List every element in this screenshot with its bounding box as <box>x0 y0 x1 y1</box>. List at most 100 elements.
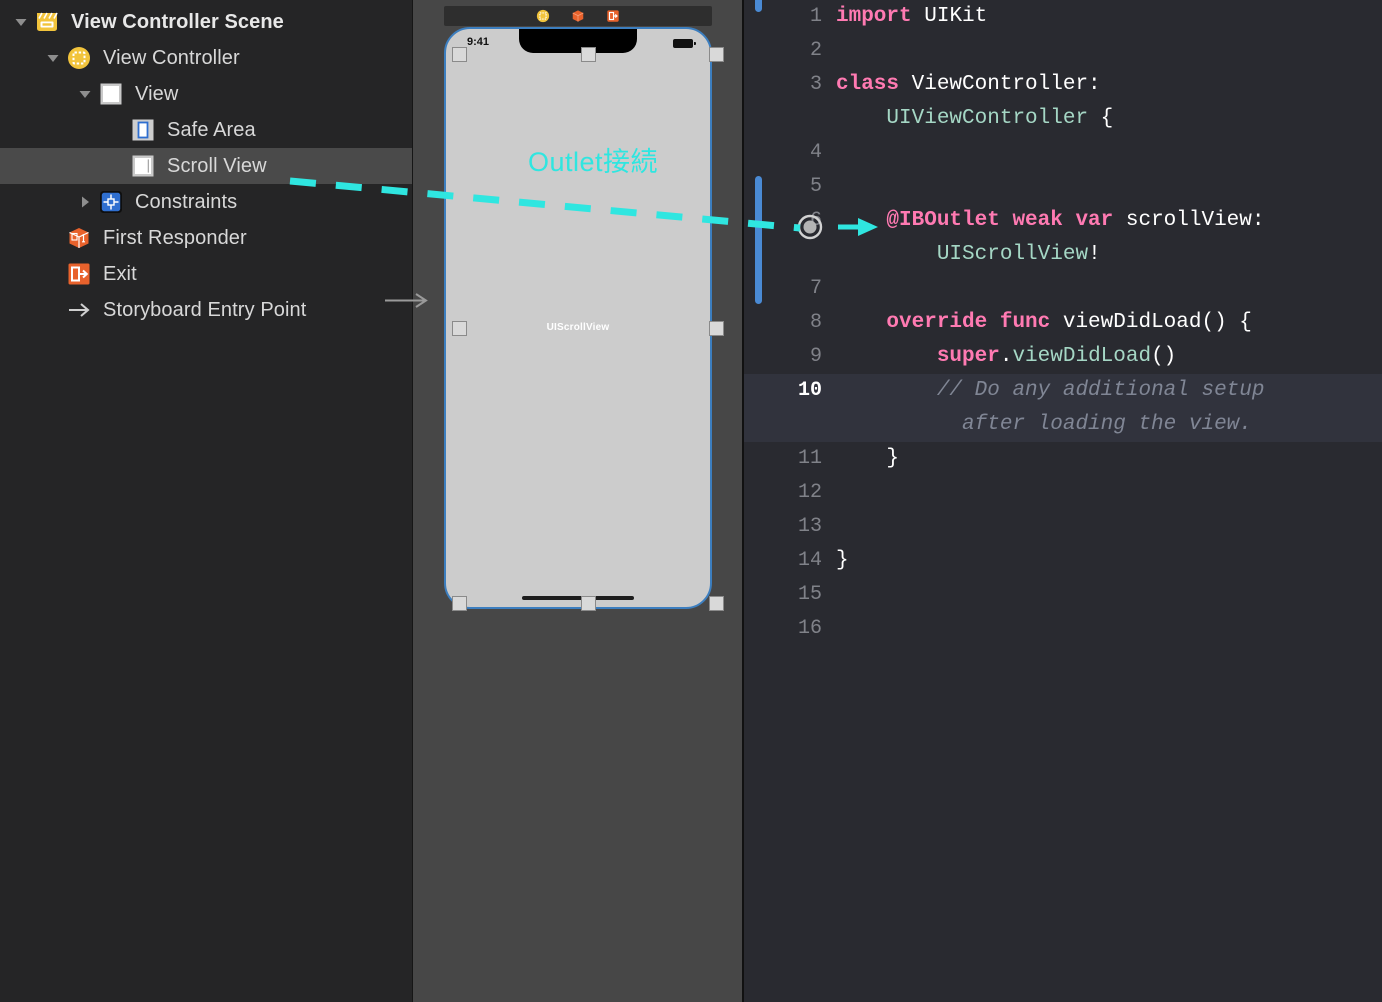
outline-row-constraints[interactable]: Constraints <box>0 184 412 220</box>
line-number: 2 <box>744 34 836 62</box>
outline-row-view-controller[interactable]: View Controller <box>0 40 412 76</box>
selection-handle-top-center[interactable] <box>581 47 596 62</box>
line-number: 7 <box>744 272 836 300</box>
code-token <box>836 311 886 334</box>
code-token: viewDidLoad() { <box>1050 311 1252 334</box>
line-number: 14 <box>744 544 836 572</box>
line-number: 16 <box>744 612 836 640</box>
code-line[interactable]: 8 override func viewDidLoad() { <box>744 306 1382 340</box>
code-line[interactable]: 7 <box>744 272 1382 306</box>
code-text[interactable]: import UIKit <box>836 0 1382 34</box>
selection-handle-bottom-right[interactable] <box>709 596 724 611</box>
disclosure-triangle-down-icon[interactable] <box>42 40 64 76</box>
outline-row-view-controller-scene[interactable]: View Controller Scene <box>0 4 412 40</box>
first-responder-dock-icon[interactable] <box>571 9 585 23</box>
outline-row-label: Constraints <box>135 191 237 214</box>
outline-row-label: Exit <box>103 263 137 286</box>
iboutlet-connected-marker[interactable] <box>794 211 826 243</box>
code-line[interactable]: 5 <box>744 170 1382 204</box>
code-line[interactable]: 4 <box>744 136 1382 170</box>
code-token: after loading the view. <box>962 413 1252 436</box>
disclosure-spacer <box>42 220 64 256</box>
source-code-editor[interactable]: 1import UIKit2 3class ViewController: UI… <box>744 0 1382 1002</box>
disclosure-triangle-down-icon[interactable] <box>74 76 96 112</box>
code-token: // Do any additional setup <box>937 379 1265 402</box>
scene-dock[interactable] <box>444 6 712 26</box>
disclosure-spacer <box>42 256 64 292</box>
code-line[interactable]: 1import UIKit <box>744 0 1382 34</box>
outline-row-label: Safe Area <box>167 119 256 142</box>
outline-row-first-responder[interactable]: First Responder <box>0 220 412 256</box>
outline-row-label: Storyboard Entry Point <box>103 299 306 322</box>
code-text[interactable]: class ViewController: UIViewController { <box>836 68 1382 136</box>
code-line[interactable]: 16 <box>744 612 1382 646</box>
code-text[interactable] <box>836 170 1382 204</box>
outline-row-label: First Responder <box>103 227 247 250</box>
outline-row-label: View Controller Scene <box>71 11 284 34</box>
selection-handle-middle-right[interactable] <box>709 321 724 336</box>
outline-row-exit[interactable]: Exit <box>0 256 412 292</box>
constraints-icon <box>96 187 126 217</box>
code-token: . <box>1000 345 1013 368</box>
selection-handle-top-right[interactable] <box>709 47 724 62</box>
code-text[interactable] <box>836 612 1382 646</box>
disclosure-spacer <box>106 112 128 148</box>
code-token: UIScrollView <box>937 243 1088 266</box>
device-screen[interactable]: 9:41 UIScrollView <box>444 27 712 609</box>
view-controller-dock-icon[interactable] <box>536 9 550 23</box>
code-text[interactable] <box>836 578 1382 612</box>
document-outline-panel: View Controller Scene View ControllerView… <box>0 0 412 1002</box>
selection-handle-top-left[interactable] <box>452 47 467 62</box>
line-number: 9 <box>744 340 836 368</box>
code-line-list: 1import UIKit2 3class ViewController: UI… <box>744 0 1382 646</box>
code-text[interactable] <box>836 510 1382 544</box>
code-token: import <box>836 5 912 28</box>
home-indicator <box>522 596 634 600</box>
outline-row-safe-area[interactable]: Safe Area <box>0 112 412 148</box>
outline-row-scroll-view[interactable]: Scroll View <box>0 148 412 184</box>
code-token <box>836 107 886 130</box>
outline-row-storyboard-entry-point[interactable]: Storyboard Entry Point <box>0 292 412 328</box>
code-line[interactable]: 11 } <box>744 442 1382 476</box>
first-responder-icon <box>64 223 94 253</box>
disclosure-triangle-right-icon[interactable] <box>74 184 96 220</box>
line-number: 11 <box>744 442 836 470</box>
code-token: UIViewController <box>886 107 1088 130</box>
disclosure-spacer <box>106 148 128 184</box>
code-text[interactable]: override func viewDidLoad() { <box>836 306 1382 340</box>
code-text[interactable]: @IBOutlet weak var scrollView: UIScrollV… <box>836 204 1382 272</box>
code-line[interactable]: 13 <box>744 510 1382 544</box>
code-text[interactable]: super.viewDidLoad() <box>836 340 1382 374</box>
line-number: 10 <box>744 374 836 402</box>
code-token <box>836 413 962 436</box>
code-token <box>836 345 937 368</box>
code-text[interactable] <box>836 136 1382 170</box>
code-line[interactable]: 3class ViewController: UIViewController … <box>744 68 1382 136</box>
exit-dock-icon[interactable] <box>606 9 620 23</box>
code-line[interactable]: 12 <box>744 476 1382 510</box>
iphone-device-preview[interactable]: 9:41 UIScrollView <box>444 27 712 609</box>
line-number: 15 <box>744 578 836 606</box>
outline-row-view[interactable]: View <box>0 76 412 112</box>
disclosure-triangle-down-icon[interactable] <box>10 4 32 40</box>
code-text[interactable]: } <box>836 442 1382 476</box>
selection-handle-middle-left[interactable] <box>452 321 467 336</box>
code-line[interactable]: 2 <box>744 34 1382 68</box>
code-token: viewDidLoad <box>1012 345 1151 368</box>
code-line[interactable]: 14} <box>744 544 1382 578</box>
code-line[interactable]: 9 super.viewDidLoad() <box>744 340 1382 374</box>
code-text[interactable]: } <box>836 544 1382 578</box>
line-number: 12 <box>744 476 836 504</box>
code-token: { <box>1088 107 1113 130</box>
line-number: 13 <box>744 510 836 538</box>
code-token: () <box>1151 345 1176 368</box>
code-line[interactable]: 15 <box>744 578 1382 612</box>
selection-handle-bottom-left[interactable] <box>452 596 467 611</box>
code-text[interactable] <box>836 272 1382 306</box>
selection-handle-bottom-center[interactable] <box>581 596 596 611</box>
code-text[interactable] <box>836 34 1382 68</box>
status-bar-time: 9:41 <box>467 36 489 48</box>
code-text[interactable]: // Do any additional setup after loading… <box>836 374 1382 442</box>
code-line[interactable]: 10 // Do any additional setup after load… <box>744 374 1382 442</box>
code-text[interactable] <box>836 476 1382 510</box>
